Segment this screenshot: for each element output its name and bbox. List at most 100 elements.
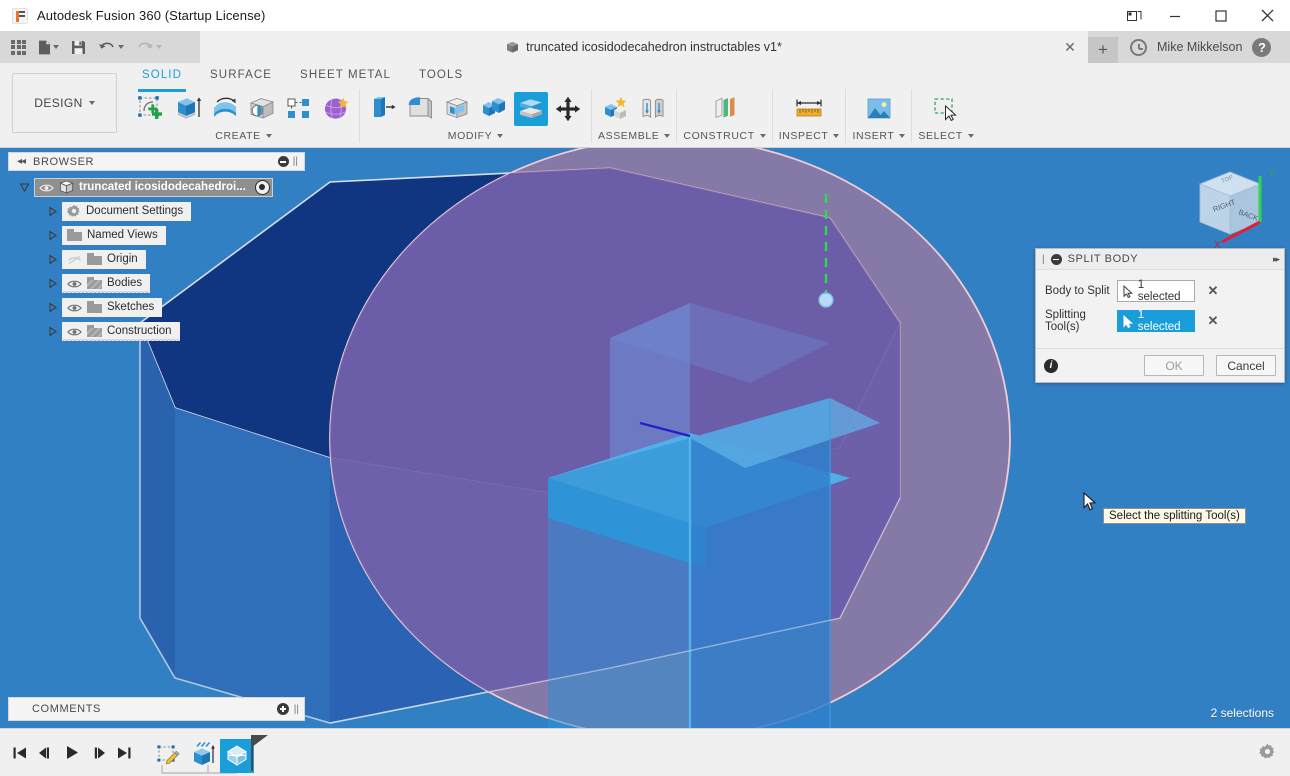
settings-gear-icon[interactable]	[1259, 743, 1276, 763]
collapse-browser-icon[interactable]: ◂◂	[13, 156, 29, 167]
ok-button[interactable]: OK	[1144, 355, 1204, 376]
document-tab[interactable]: truncated icosidodecahedron instructable…	[200, 31, 1088, 63]
dialog-grip[interactable]: |	[1042, 254, 1045, 265]
timeline-marker-flag[interactable]	[254, 737, 276, 773]
close-icon[interactable]: ✕	[1062, 39, 1078, 55]
offset-plane-icon[interactable]	[708, 92, 742, 126]
browser-item-component[interactable]: truncated icosidodecahedroi...	[8, 175, 305, 199]
expand-arrow-icon[interactable]	[46, 229, 59, 242]
panel-create-label[interactable]: CREATE	[215, 129, 271, 143]
folder-hatched-icon	[87, 277, 102, 289]
select-window-icon[interactable]	[929, 92, 963, 126]
panel-modify-label[interactable]: MODIFY	[448, 129, 503, 143]
new-file-icon[interactable]	[33, 34, 64, 60]
expand-dialog-icon[interactable]: ▸▸	[1273, 254, 1278, 265]
new-tab-button[interactable]: +	[1088, 37, 1118, 63]
browser-item-named-views[interactable]: Named Views	[8, 223, 305, 247]
browser-item-construction[interactable]: Construction	[8, 319, 305, 343]
browser-item-origin[interactable]: Origin	[8, 247, 305, 271]
step-forward-icon[interactable]	[86, 739, 110, 767]
visibility-eye-icon[interactable]	[67, 302, 82, 313]
form-icon[interactable]	[319, 92, 353, 126]
expand-arrow-icon[interactable]	[46, 301, 59, 314]
tab-surface[interactable]: SURFACE	[196, 67, 286, 89]
add-comment-icon[interactable]	[277, 703, 289, 715]
sketch-feature-icon[interactable]	[152, 739, 186, 773]
comments-panel[interactable]: COMMENTS ||	[8, 697, 305, 721]
save-icon[interactable]	[66, 34, 91, 60]
panel-inspect-label[interactable]: INSPECT	[779, 129, 840, 143]
visibility-eye-icon[interactable]	[67, 326, 82, 337]
fillet-icon[interactable]	[403, 92, 437, 126]
split-body-icon[interactable]	[514, 92, 548, 126]
panel-insert-label[interactable]: INSERT	[852, 129, 905, 143]
body-to-split-selector[interactable]: 1 selected	[1117, 280, 1195, 302]
measure-icon[interactable]	[792, 92, 826, 126]
chevron-down-icon	[664, 134, 670, 138]
press-pull-icon[interactable]	[366, 92, 400, 126]
redo-icon[interactable]	[131, 34, 167, 60]
visibility-eye-off-icon[interactable]	[67, 254, 82, 265]
visibility-eye-icon[interactable]	[67, 278, 82, 289]
new-component-icon[interactable]	[599, 92, 633, 126]
shell-icon[interactable]	[440, 92, 474, 126]
panel-select-label[interactable]: SELECT	[918, 129, 973, 143]
pattern-icon[interactable]	[282, 92, 316, 126]
tab-sheet-metal-label: SHEET METAL	[300, 69, 391, 81]
panel-assemble-label[interactable]: ASSEMBLE	[598, 129, 670, 143]
username-label[interactable]: Mike Mikkelson	[1157, 40, 1242, 54]
extrude-feature-icon[interactable]	[186, 739, 220, 773]
expand-arrow-icon[interactable]	[46, 253, 59, 266]
minimize-button[interactable]	[1152, 0, 1198, 31]
panel-construct-label[interactable]: CONSTRUCT	[683, 129, 765, 143]
browser-item-label: Bodies	[107, 277, 142, 289]
split-body-dialog: | SPLIT BODY ▸▸ Body to Split 1 selected…	[1035, 248, 1285, 383]
browser-item-document-settings[interactable]: Document Settings	[8, 199, 305, 223]
browser-item-sketches[interactable]: Sketches	[8, 295, 305, 319]
splitting-tools-selector[interactable]: 1 selected	[1117, 310, 1195, 332]
split-body-feature-icon[interactable]	[220, 739, 254, 773]
recent-icon[interactable]	[1130, 39, 1147, 56]
go-to-beginning-icon[interactable]	[8, 739, 32, 767]
cancel-button[interactable]: Cancel	[1216, 355, 1276, 376]
tab-solid[interactable]: SOLID	[128, 67, 196, 89]
undo-icon[interactable]	[93, 34, 129, 60]
expand-arrow-icon[interactable]	[18, 181, 31, 194]
hole-icon[interactable]	[245, 92, 279, 126]
clear-body-to-split-icon[interactable]: ✕	[1205, 283, 1221, 299]
go-to-end-icon[interactable]	[112, 739, 136, 767]
fusion-logo-icon	[12, 8, 28, 24]
help-icon[interactable]: ?	[1252, 38, 1271, 57]
app-grid-icon[interactable]	[6, 34, 31, 60]
create-sketch-icon[interactable]	[134, 92, 168, 126]
move-copy-icon[interactable]	[551, 92, 585, 126]
workspace-switcher[interactable]: DESIGN	[12, 73, 117, 133]
activate-component-icon[interactable]	[255, 180, 270, 195]
maximize-button[interactable]	[1198, 0, 1244, 31]
title-bar: Autodesk Fusion 360 (Startup License)	[0, 0, 1290, 31]
visibility-eye-icon[interactable]	[39, 182, 54, 193]
minus-circle-icon[interactable]	[1051, 254, 1062, 265]
joint-icon[interactable]	[636, 92, 670, 126]
browser-grip[interactable]: ||	[293, 156, 298, 167]
info-icon[interactable]: i	[1044, 359, 1058, 373]
view-cube[interactable]: RIGHT BACK TOP Y X	[1186, 162, 1282, 254]
revolve-icon[interactable]	[208, 92, 242, 126]
expand-arrow-icon[interactable]	[46, 277, 59, 290]
combine-icon[interactable]	[477, 92, 511, 126]
step-back-icon[interactable]	[34, 739, 58, 767]
clear-splitting-tools-icon[interactable]: ✕	[1205, 313, 1221, 329]
tab-tools[interactable]: TOOLS	[405, 67, 477, 89]
play-icon[interactable]	[60, 739, 84, 767]
dialog-header[interactable]: | SPLIT BODY ▸▸	[1036, 249, 1284, 270]
restore-to-tab-button[interactable]	[1116, 0, 1152, 31]
comments-grip[interactable]: ||	[294, 704, 299, 715]
tab-sheet-metal[interactable]: SHEET METAL	[286, 67, 405, 89]
close-button[interactable]	[1244, 0, 1290, 31]
minus-circle-icon[interactable]	[278, 156, 289, 167]
extrude-icon[interactable]	[171, 92, 205, 126]
insert-image-icon[interactable]	[862, 92, 896, 126]
expand-arrow-icon[interactable]	[46, 325, 59, 338]
browser-item-bodies[interactable]: Bodies	[8, 271, 305, 295]
expand-arrow-icon[interactable]	[46, 205, 59, 218]
